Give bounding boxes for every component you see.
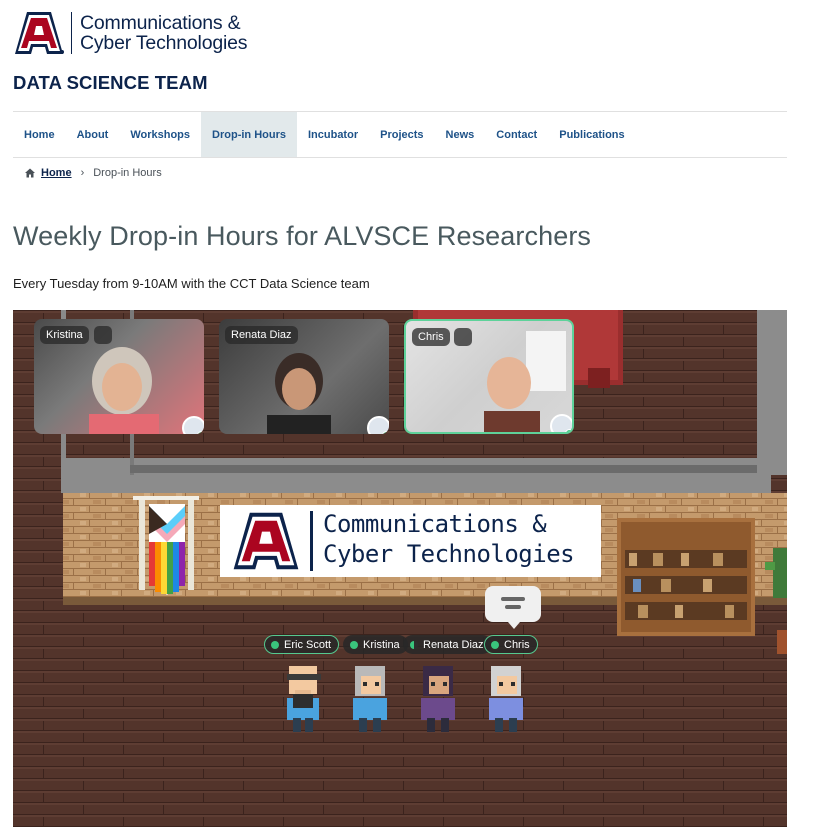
- nav-home[interactable]: Home: [13, 112, 66, 157]
- name-tag-chris[interactable]: Chris: [484, 635, 538, 654]
- site-title[interactable]: DATA SCIENCE TEAM: [13, 72, 208, 94]
- nav-about[interactable]: About: [66, 112, 120, 157]
- online-status-icon: [197, 431, 204, 434]
- breadcrumb-current: Drop-in Hours: [93, 167, 162, 179]
- nav-drop-in-hours[interactable]: Drop-in Hours: [201, 112, 297, 157]
- video-tile-name: Kristina: [40, 326, 89, 344]
- video-tile-name: Renata Diaz: [225, 326, 298, 344]
- sign-line2: Cyber Technologies: [323, 540, 575, 568]
- breadcrumb: Home › Drop-in Hours: [25, 167, 162, 179]
- user-icon: [454, 328, 472, 346]
- name-tag-label: Kristina: [363, 638, 400, 651]
- nav-contact[interactable]: Contact: [485, 112, 548, 157]
- home-icon: [25, 168, 35, 178]
- nav-workshops[interactable]: Workshops: [119, 112, 201, 157]
- page-subtitle: Every Tuesday from 9-10AM with the CCT D…: [13, 276, 370, 291]
- main-nav: Home About Workshops Drop-in Hours Incub…: [13, 111, 787, 158]
- name-tag-kristina[interactable]: Kristina: [343, 635, 408, 654]
- avatar: [182, 416, 204, 434]
- online-status-icon: [350, 640, 358, 649]
- name-tag-label: Renata Diaz: [423, 638, 484, 651]
- logo-wordmark-line2: Cyber Technologies: [80, 32, 248, 54]
- video-tile-name: Chris: [412, 328, 450, 346]
- avatar: [550, 414, 572, 432]
- cct-sign: Communications & Cyber Technologies: [220, 505, 601, 577]
- sign-wordmark: Communications & Cyber Technologies: [323, 509, 575, 569]
- chat-bubble-icon: [485, 586, 541, 629]
- university-a-logo: [233, 512, 299, 570]
- breadcrumb-separator: ›: [80, 167, 85, 179]
- university-a-logo[interactable]: [13, 10, 65, 56]
- away-status-icon: [410, 640, 418, 649]
- video-tile-chris[interactable]: Chris: [404, 319, 574, 434]
- site-header: Communications & Cyber Technologies: [13, 8, 248, 58]
- page-title: Weekly Drop-in Hours for ALVSCE Research…: [13, 221, 592, 251]
- sign-line1: Communications &: [323, 510, 547, 538]
- sign-divider: [310, 511, 313, 571]
- name-tag-renata-diaz[interactable]: Renata Diaz: [403, 635, 492, 654]
- online-status-icon: [271, 640, 279, 649]
- video-tile-kristina[interactable]: Kristina: [34, 319, 204, 434]
- name-tag-eric-scott[interactable]: Eric Scott: [264, 635, 340, 654]
- avatar: [367, 416, 389, 434]
- nav-publications[interactable]: Publications: [548, 112, 635, 157]
- nav-projects[interactable]: Projects: [369, 112, 434, 157]
- video-tile-renata-diaz[interactable]: Renata Diaz: [219, 319, 389, 434]
- logo-wordmark[interactable]: Communications & Cyber Technologies: [80, 12, 248, 54]
- name-tag-label: Eric Scott: [284, 638, 332, 651]
- name-tag-label: Chris: [504, 638, 530, 651]
- logo-wordmark-line1: Communications &: [80, 12, 241, 34]
- nav-incubator[interactable]: Incubator: [297, 112, 369, 157]
- gather-town-scene-image: Kristina Renata Diaz Chris Communication…: [13, 310, 787, 827]
- online-status-icon: [382, 431, 389, 434]
- breadcrumb-home-link[interactable]: Home: [41, 167, 72, 179]
- user-icon: [94, 326, 112, 344]
- nav-news[interactable]: News: [435, 112, 486, 157]
- logo-divider: [71, 12, 72, 54]
- online-status-icon: [491, 640, 499, 649]
